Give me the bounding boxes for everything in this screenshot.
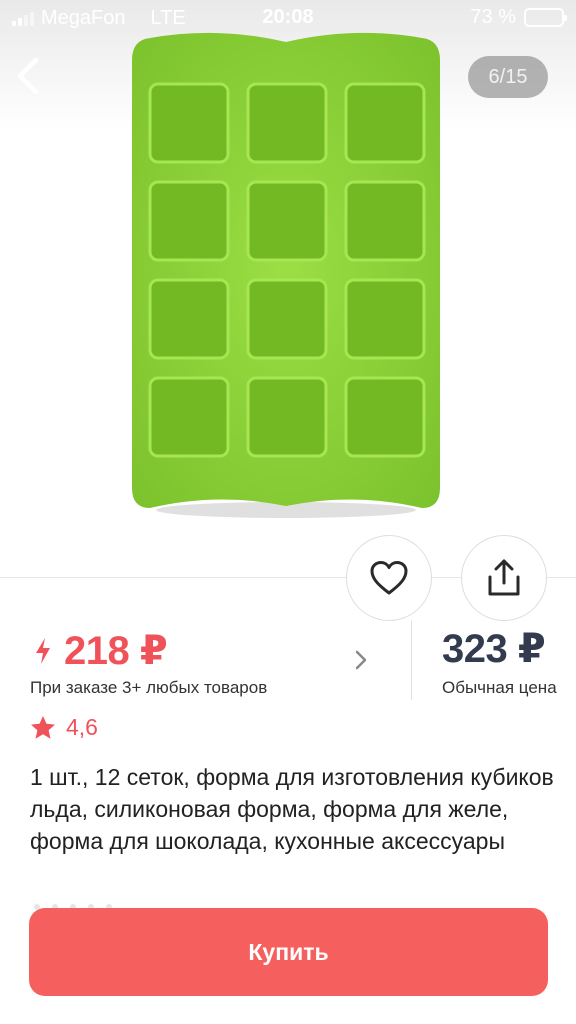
promo-price-caption: При заказе 3+ любых товаров: [30, 678, 268, 697]
tray-cell: [246, 376, 328, 458]
rating-value: 4,6: [66, 714, 98, 740]
favorite-button[interactable]: [346, 535, 432, 621]
lightning-icon: [36, 638, 50, 664]
promo-price: 218 ₽: [34, 628, 168, 674]
buy-button[interactable]: Купить: [29, 908, 548, 996]
tray-cell: [344, 180, 426, 262]
ice-cube-tray-image: [132, 32, 440, 518]
back-button[interactable]: [8, 52, 52, 100]
promo-price-amount: 218 ₽: [64, 629, 168, 673]
price-divider: [411, 620, 412, 700]
tray-cell: [246, 82, 328, 164]
regular-price-caption: Обычная цена: [442, 678, 557, 697]
product-title: 1 шт., 12 сеток, форма для изготовления …: [30, 764, 554, 854]
tray-cell: [148, 180, 230, 262]
chevron-left-icon: [17, 57, 39, 95]
chevron-right-icon[interactable]: [352, 648, 370, 672]
tray-cell: [246, 180, 328, 262]
tray-cell: [344, 376, 426, 458]
share-icon: [488, 559, 520, 596]
tray-cell: [148, 82, 230, 164]
share-button[interactable]: [461, 535, 547, 621]
tray-cell: [344, 82, 426, 164]
tray-cell: [344, 278, 426, 360]
tray-cell: [246, 278, 328, 360]
price-section[interactable]: 218 ₽ При заказе 3+ любых товаров 323 ₽ …: [0, 620, 576, 705]
battery-percent: 73 %: [470, 6, 516, 28]
tray-cell: [148, 278, 230, 360]
image-counter: 6/15: [468, 56, 548, 98]
battery-icon: [524, 8, 567, 27]
regular-price-amount: 323 ₽: [442, 627, 546, 671]
status-bar: MegaFon LTE 20:08 73 %: [0, 0, 576, 38]
star-icon: [31, 716, 55, 739]
tray-cell: [148, 376, 230, 458]
rating[interactable]: 4,6: [30, 714, 98, 741]
heart-icon: [370, 561, 408, 595]
